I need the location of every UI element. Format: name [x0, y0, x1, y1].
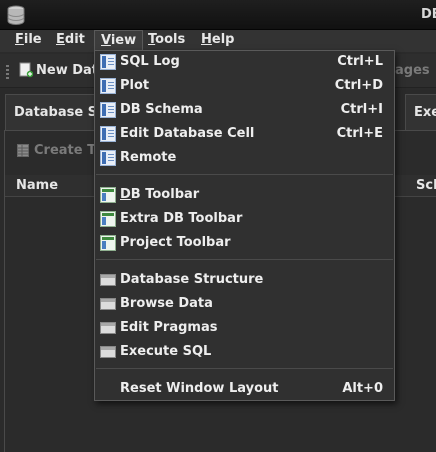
- column-header-schema[interactable]: Sch: [416, 178, 436, 193]
- menu-item-extra-db-toolbar[interactable]: Extra DB Toolbar: [95, 208, 394, 232]
- menu-bar: File Edit View Tools Help: [0, 30, 436, 52]
- menu-separator: [96, 174, 393, 175]
- menu-file-label: ile: [23, 32, 42, 47]
- menu-item-db-schema[interactable]: DB Schema Ctrl+I: [95, 99, 394, 123]
- tab-execute-sql[interactable]: Exe: [405, 94, 436, 130]
- tab-page-icon: [100, 298, 116, 310]
- menu-item-edit-pragmas[interactable]: Edit Pragmas: [95, 317, 394, 341]
- dock-panel-icon: [100, 54, 116, 70]
- menu-item-shortcut: Ctrl+D: [334, 78, 383, 93]
- menu-item-label: Project Toolbar: [120, 235, 231, 250]
- menu-separator: [96, 368, 393, 369]
- menu-tools[interactable]: Tools: [142, 30, 191, 52]
- menu-separator: [96, 259, 393, 260]
- menu-item-project-toolbar[interactable]: Project Toolbar: [95, 232, 394, 256]
- menu-view[interactable]: View: [94, 30, 144, 52]
- menu-item-shortcut: Ctrl+L: [337, 54, 383, 69]
- create-table-icon: [17, 144, 29, 157]
- menu-item-shortcut: Alt+0: [342, 381, 383, 396]
- menu-item-db-toolbar[interactable]: DB Toolbar: [95, 184, 394, 208]
- database-app-icon: [7, 5, 25, 26]
- menu-item-label: Remote: [120, 150, 177, 165]
- menu-help-label: elp: [211, 32, 235, 47]
- menu-edit-label: dit: [64, 32, 85, 47]
- menu-item-label: Execute SQL: [120, 344, 212, 359]
- menu-item-shortcut: Ctrl+E: [336, 126, 383, 141]
- dock-panel-icon: [100, 126, 116, 142]
- tab-page-icon: [100, 346, 116, 358]
- menu-item-label: Plot: [120, 78, 150, 93]
- dock-panel-icon: [100, 102, 116, 118]
- menu-item-label: Browse Data: [120, 296, 213, 311]
- menu-item-label: Edit Database Cell: [120, 126, 255, 141]
- menu-item-mnemonic: D: [120, 187, 131, 202]
- menu-item-label: DB Toolbar: [120, 187, 199, 202]
- menu-view-label: iew: [110, 33, 137, 48]
- toolbar-icon: [100, 187, 116, 203]
- menu-item-browse-data[interactable]: Browse Data: [95, 293, 394, 317]
- tab-page-icon: [100, 322, 116, 334]
- column-header-name[interactable]: Name: [16, 178, 58, 193]
- menu-item-label-rest: B Toolbar: [130, 187, 200, 202]
- menu-file[interactable]: File: [9, 30, 48, 52]
- menu-item-label: Edit Pragmas: [120, 320, 218, 335]
- menu-file-mnemonic: F: [15, 32, 24, 47]
- menu-item-label: Extra DB Toolbar: [120, 211, 243, 226]
- menu-help[interactable]: Help: [195, 30, 240, 52]
- menu-item-remote[interactable]: Remote: [95, 147, 394, 171]
- menu-item-shortcut: Ctrl+I: [340, 102, 383, 117]
- title-bar: DB: [0, 0, 436, 30]
- window-title: DB: [421, 7, 436, 22]
- dock-panel-icon: [100, 78, 116, 94]
- new-database-icon: [19, 62, 33, 78]
- menu-item-edit-database-cell[interactable]: Edit Database Cell Ctrl+E: [95, 123, 394, 147]
- menu-item-label: Reset Window Layout: [120, 381, 279, 396]
- menu-item-label: SQL Log: [120, 54, 180, 69]
- view-menu-dropdown: SQL Log Ctrl+L Plot Ctrl+D DB Schema Ctr…: [94, 50, 395, 401]
- menu-tools-label: ools: [155, 32, 186, 47]
- menu-item-sql-log[interactable]: SQL Log Ctrl+L: [95, 51, 394, 75]
- menu-view-mnemonic: V: [101, 33, 111, 48]
- menu-item-reset-window-layout[interactable]: Reset Window Layout Alt+0: [95, 378, 394, 402]
- menu-edit[interactable]: Edit: [50, 30, 91, 52]
- menu-item-execute-sql[interactable]: Execute SQL: [95, 341, 394, 365]
- menu-item-label: DB Schema: [120, 102, 203, 117]
- toolbar-icon: [100, 235, 116, 251]
- toolbar-grip-handle[interactable]: [6, 65, 9, 79]
- menu-item-database-structure[interactable]: Database Structure: [95, 269, 394, 293]
- menu-item-label: Database Structure: [120, 272, 264, 287]
- dock-panel-icon: [100, 150, 116, 166]
- toolbar-button-fragment[interactable]: ages: [395, 62, 430, 80]
- tab-page-icon: [100, 274, 116, 286]
- menu-help-mnemonic: H: [201, 32, 212, 47]
- toolbar-icon: [100, 211, 116, 227]
- menu-item-plot[interactable]: Plot Ctrl+D: [95, 75, 394, 99]
- menu-edit-mnemonic: E: [56, 32, 65, 47]
